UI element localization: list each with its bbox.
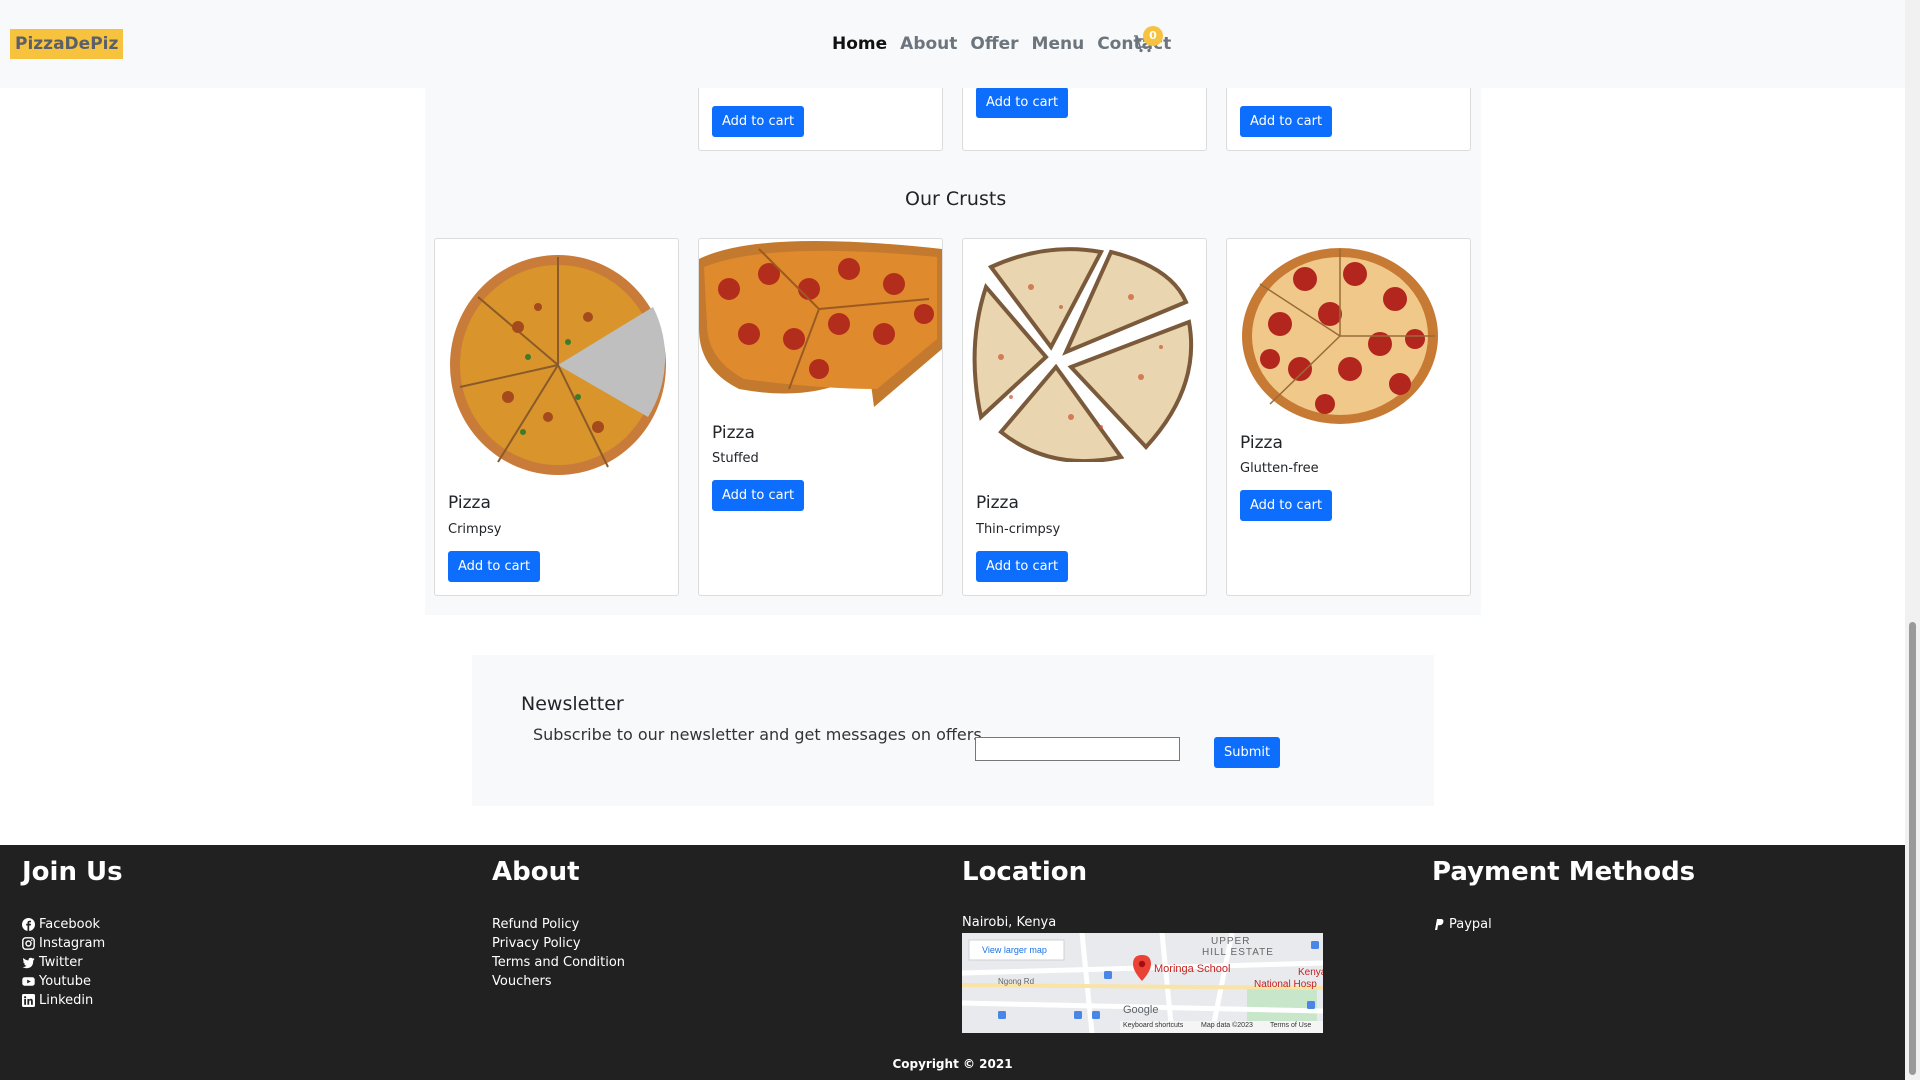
page-scrollbar[interactable] [1905,0,1920,1080]
pizza-image [1242,248,1438,424]
instagram-icon [22,937,35,950]
newsletter-description: Subscribe to our newsletter and get mess… [533,725,982,744]
google-logo: Google [1123,1004,1159,1016]
card-title: Pizza [448,493,491,513]
footer: Join Us Facebook Instagram Twitter Youtu… [0,845,1905,1080]
footer-payment-title: Payment Methods [1432,857,1696,887]
section-title: Our Crusts [905,188,1007,210]
map-terms-link[interactable]: Terms of Use [1270,1022,1311,1029]
cart-count-badge: 0 [1143,26,1163,46]
card-title: Pizza [976,493,1019,513]
pizza-image [450,255,666,475]
add-to-cart-button[interactable]: Add to cart [976,87,1069,118]
linkedin-icon [22,994,35,1007]
crust-card: Pizza Thin-crimpsy Add to cart [962,238,1207,596]
card-text: Thin-crimpsy [976,522,1061,537]
social-twitter-label: Twitter [39,955,83,970]
add-to-cart-button[interactable]: Add to cart [1240,106,1333,137]
card-title: Pizza [1240,433,1283,453]
view-larger-map-link[interactable]: View larger map [982,945,1047,955]
social-twitter[interactable]: Twitter [22,953,105,972]
footer-link-refund[interactable]: Refund Policy [492,915,625,934]
map-label-area: UPPER [1211,936,1251,947]
add-to-cart-button[interactable]: Add to cart [1240,490,1333,521]
brand-logo[interactable]: PizzaDePiz [10,29,124,59]
payment-paypal[interactable]: Paypal [1432,915,1492,934]
scrollbar-thumb[interactable] [1909,622,1916,1075]
crust-card: Pizza Crimpsy Add to cart [434,238,679,596]
map-data-credit: Map data ©2023 [1201,1022,1253,1029]
map-label-hospital: Kenya [1298,967,1323,978]
nav-home[interactable]: Home [832,30,887,58]
location-address: Nairobi, Kenya [962,915,1057,930]
newsletter-submit-button[interactable]: Submit [1214,737,1281,768]
social-facebook[interactable]: Facebook [22,915,105,934]
map-label-place: Moringa School [1154,963,1231,975]
youtube-icon [22,977,35,986]
payment-methods-list: Paypal [1432,915,1492,934]
footer-link-vouchers[interactable]: Vouchers [492,972,625,991]
social-youtube-label: Youtube [39,974,91,989]
newsletter-email-input[interactable] [975,737,1180,761]
nav-links: Home About Offer Menu Contact [832,30,1184,58]
social-linkedin-label: Linkedin [39,993,94,1008]
card-text: Crimpsy [448,522,502,537]
social-facebook-label: Facebook [39,917,101,932]
map-label-road: Ngong Rd [998,977,1035,986]
footer-link-terms[interactable]: Terms and Condition [492,953,625,972]
payment-paypal-label: Paypal [1449,917,1492,932]
newsletter-title: Newsletter [521,693,624,715]
pizza-image [699,241,942,407]
paypal-icon [1435,919,1444,930]
nav-menu[interactable]: Menu [1032,30,1085,58]
map-keyboard-shortcuts[interactable]: Keyboard shortcuts [1123,1022,1183,1029]
navbar: PizzaDePiz Home About Offer Menu Contact… [0,0,1905,88]
add-to-cart-button[interactable]: Add to cart [712,106,805,137]
add-to-cart-button[interactable]: Add to cart [976,551,1069,582]
footer-location-title: Location [962,857,1088,887]
crust-card: Pizza Glutten-free Add to cart [1226,238,1471,596]
add-to-cart-button[interactable]: Add to cart [712,480,805,511]
location-map[interactable]: View larger map UPPER HILL ESTATE Moring… [962,933,1323,1033]
nav-offer[interactable]: Offer [970,30,1018,58]
nav-about[interactable]: About [900,30,957,58]
social-instagram-label: Instagram [39,936,106,951]
card-text: Stuffed [712,451,759,466]
social-links: Facebook Instagram Twitter Youtube Linke… [22,915,105,1010]
footer-join-title: Join Us [22,857,123,887]
social-instagram[interactable]: Instagram [22,934,105,953]
map-label-hospital2: National Hosp [1254,979,1317,990]
card-title: Pizza [712,423,755,443]
map-label-area2: HILL ESTATE [1202,947,1274,958]
pizza-image [972,247,1194,462]
social-linkedin[interactable]: Linkedin [22,991,105,1010]
footer-about-title: About [492,857,580,887]
twitter-icon [22,957,35,969]
facebook-icon [22,918,35,931]
about-links: Refund Policy Privacy Policy Terms and C… [492,915,625,991]
footer-link-privacy[interactable]: Privacy Policy [492,934,625,953]
crust-card: Pizza Stuffed Add to cart [698,238,943,596]
social-youtube[interactable]: Youtube [22,972,105,991]
newsletter-section: Newsletter Subscribe to our newsletter a… [472,655,1434,806]
copyright: Copyright © 2021 [892,1057,1013,1071]
card-text: Glutten-free [1240,461,1319,476]
add-to-cart-button[interactable]: Add to cart [448,551,541,582]
